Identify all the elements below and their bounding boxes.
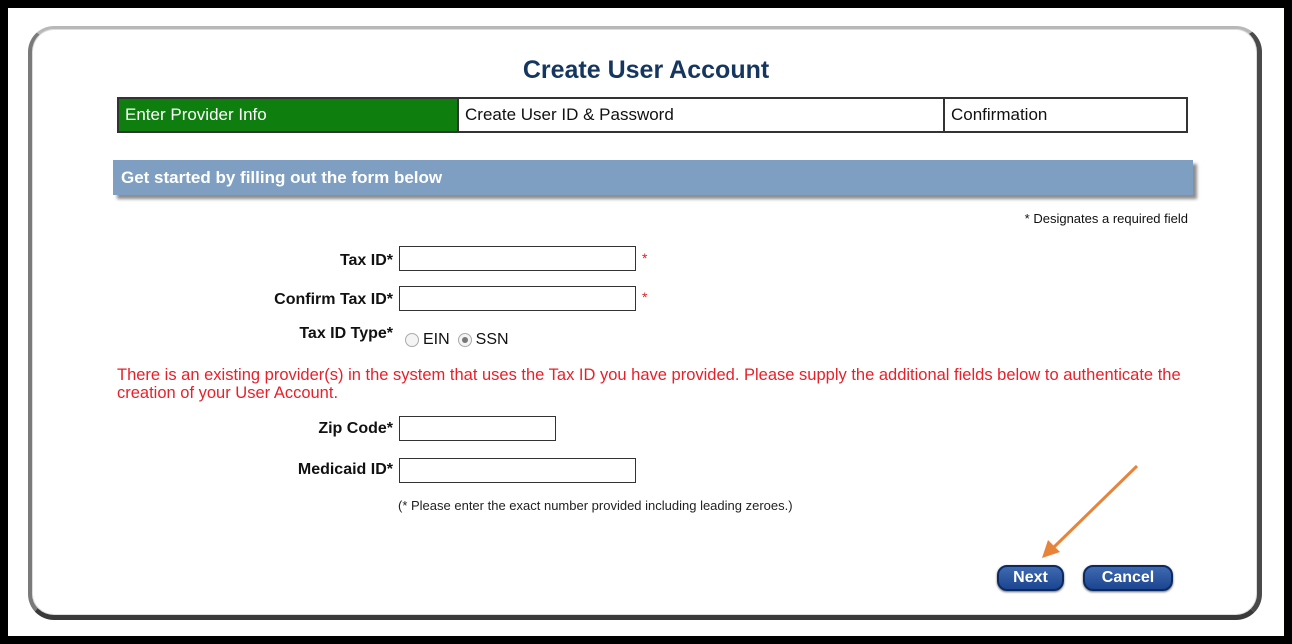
annotation-arrow-icon bbox=[1042, 464, 1139, 558]
